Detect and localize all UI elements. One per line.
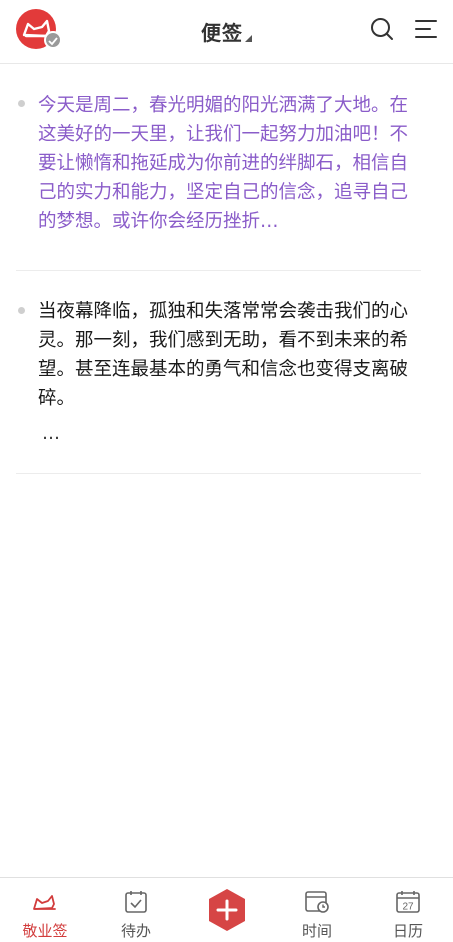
note-item[interactable]: 当夜幕降临，孤独和失落常常会袭击我们的心灵。那一刻，我们感到无助，看不到未来的希…	[16, 271, 421, 474]
page-title: 便签	[201, 21, 243, 45]
dog-icon	[33, 895, 56, 910]
search-icon[interactable]	[369, 16, 395, 42]
tab-label: 日历	[392, 922, 423, 940]
bottom-tab-bar: 敬业签 待办 时间 27 日历	[0, 877, 453, 942]
calendar-icon: 27	[396, 891, 420, 913]
note-text: 当夜幕降临，孤独和失落常常会袭击我们的心灵。那一刻，我们感到无助，看不到未来的希…	[38, 301, 409, 409]
time-calendar-icon	[305, 891, 329, 913]
note-bullet	[18, 100, 25, 107]
note-bullet	[18, 307, 25, 314]
tab-calendar[interactable]: 27 日历	[363, 878, 453, 942]
tab-jingyeqian[interactable]: 敬业签	[0, 878, 90, 942]
note-text: 今天是周二，春光明媚的阳光洒满了大地。在这美好的一天里，让我们一起努力加油吧！不…	[38, 95, 409, 232]
note-more-indicator: …	[42, 423, 61, 444]
calendar-date: 27	[402, 902, 414, 913]
menu-icon[interactable]	[413, 16, 439, 42]
tab-label: 敬业签	[22, 922, 68, 940]
caret-down-icon	[245, 35, 252, 42]
tab-label: 时间	[301, 922, 332, 940]
tab-time[interactable]: 时间	[272, 878, 362, 942]
note-item[interactable]: 今天是周二，春光明媚的阳光洒满了大地。在这美好的一天里，让我们一起努力加油吧！不…	[16, 65, 421, 271]
tab-todo[interactable]: 待办	[91, 878, 181, 942]
tab-label: 待办	[120, 922, 151, 940]
add-note-button[interactable]	[205, 888, 249, 932]
todo-calendar-icon	[125, 891, 147, 913]
app-header: 便签	[0, 0, 453, 64]
